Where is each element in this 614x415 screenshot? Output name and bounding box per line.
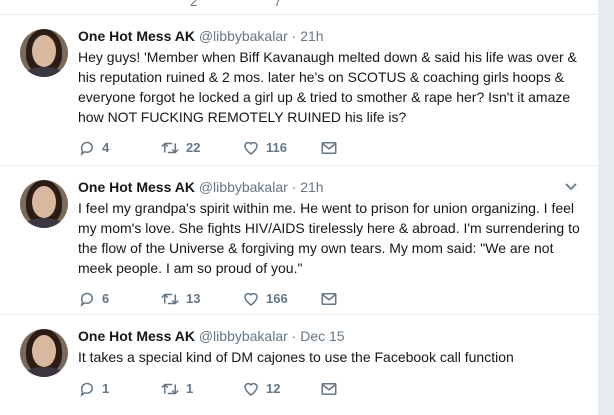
tweet-text: It takes a special kind of DM cajones to…: [78, 349, 514, 365]
retweet-button[interactable]: 13: [160, 288, 200, 308]
retweet-count: 1: [186, 380, 194, 396]
display-name[interactable]: One Hot Mess AK: [78, 328, 195, 344]
direct-message-button[interactable]: [320, 137, 338, 157]
like-count: 116: [266, 139, 287, 155]
tweet-header: One Hot Mess AK @libbybakalar · Dec 15: [78, 327, 578, 345]
tweet-text: Hey guys! 'Member when Biff Kavanaugh me…: [78, 49, 577, 125]
tweet-actions: 6 13 166: [78, 288, 378, 308]
avatar[interactable]: [20, 180, 68, 228]
direct-message-button[interactable]: [320, 378, 338, 398]
tweet[interactable]: One Hot Mess AK @libbybakalar · 21h Hey …: [0, 15, 598, 166]
envelope-icon: [321, 382, 337, 395]
reply-icon: [80, 141, 93, 156]
avatar[interactable]: [20, 29, 68, 77]
reply-button[interactable]: 1: [78, 378, 109, 398]
reply-icon: [80, 292, 93, 307]
separator: ·: [291, 28, 297, 44]
direct-message-button[interactable]: [320, 288, 338, 308]
timestamp[interactable]: Dec 15: [300, 328, 344, 344]
retweet-icon: [161, 142, 179, 154]
tweet-actions: 1 1 12: [78, 378, 378, 398]
user-handle[interactable]: @libbybakalar: [199, 179, 288, 195]
reply-button[interactable]: 6: [78, 288, 109, 308]
retweet-count: 13: [186, 290, 201, 306]
envelope-icon: [321, 141, 337, 154]
tweet-text: I feel my grandpa's spirit within me. He…: [78, 200, 580, 276]
reply-count: 6: [102, 290, 110, 306]
like-count: 12: [266, 380, 281, 396]
like-button[interactable]: 166: [242, 288, 288, 308]
tweet-actions: 4 22 116: [78, 137, 378, 157]
user-handle[interactable]: @libbybakalar: [199, 28, 288, 44]
envelope-icon: [321, 292, 337, 305]
chevron-down-icon[interactable]: [564, 180, 578, 194]
heart-icon: [244, 382, 258, 396]
retweet-icon: [161, 293, 179, 305]
like-button[interactable]: 12: [242, 378, 280, 398]
user-handle[interactable]: @libbybakalar: [199, 328, 288, 344]
heart-icon: [244, 292, 258, 306]
heart-icon: [244, 141, 258, 155]
avatar[interactable]: [20, 329, 68, 377]
retweet-count: 2: [190, 0, 198, 9]
separator: ·: [291, 179, 297, 195]
retweet-button[interactable]: 1: [160, 378, 193, 398]
tweet-header: One Hot Mess AK @libbybakalar · 21h: [78, 178, 578, 196]
reply-count: 4: [102, 139, 110, 155]
like-button[interactable]: 116: [242, 137, 287, 157]
separator: ·: [291, 328, 297, 344]
timeline: 2 7 One Hot Mess AK @libbybakalar · 21h …: [0, 0, 599, 415]
like-count: 7: [274, 0, 282, 9]
tweet[interactable]: One Hot Mess AK @libbybakalar · Dec 15 I…: [0, 315, 598, 415]
tweet[interactable]: One Hot Mess AK @libbybakalar · 21h I fe…: [0, 166, 598, 315]
retweet-count: 22: [186, 139, 201, 155]
retweet-button[interactable]: 22: [160, 137, 200, 157]
display-name[interactable]: One Hot Mess AK: [78, 179, 195, 195]
tweet-header: One Hot Mess AK @libbybakalar · 21h: [78, 27, 578, 45]
like-count: 166: [266, 290, 288, 306]
reply-button[interactable]: 4: [78, 137, 109, 157]
display-name[interactable]: One Hot Mess AK: [78, 28, 195, 44]
timestamp[interactable]: 21h: [300, 179, 323, 195]
timestamp[interactable]: 21h: [300, 28, 323, 44]
reply-count: 1: [102, 380, 110, 396]
reply-icon: [80, 382, 93, 397]
retweet-icon: [161, 383, 179, 395]
previous-tweet-actions: 2 7: [0, 0, 598, 15]
